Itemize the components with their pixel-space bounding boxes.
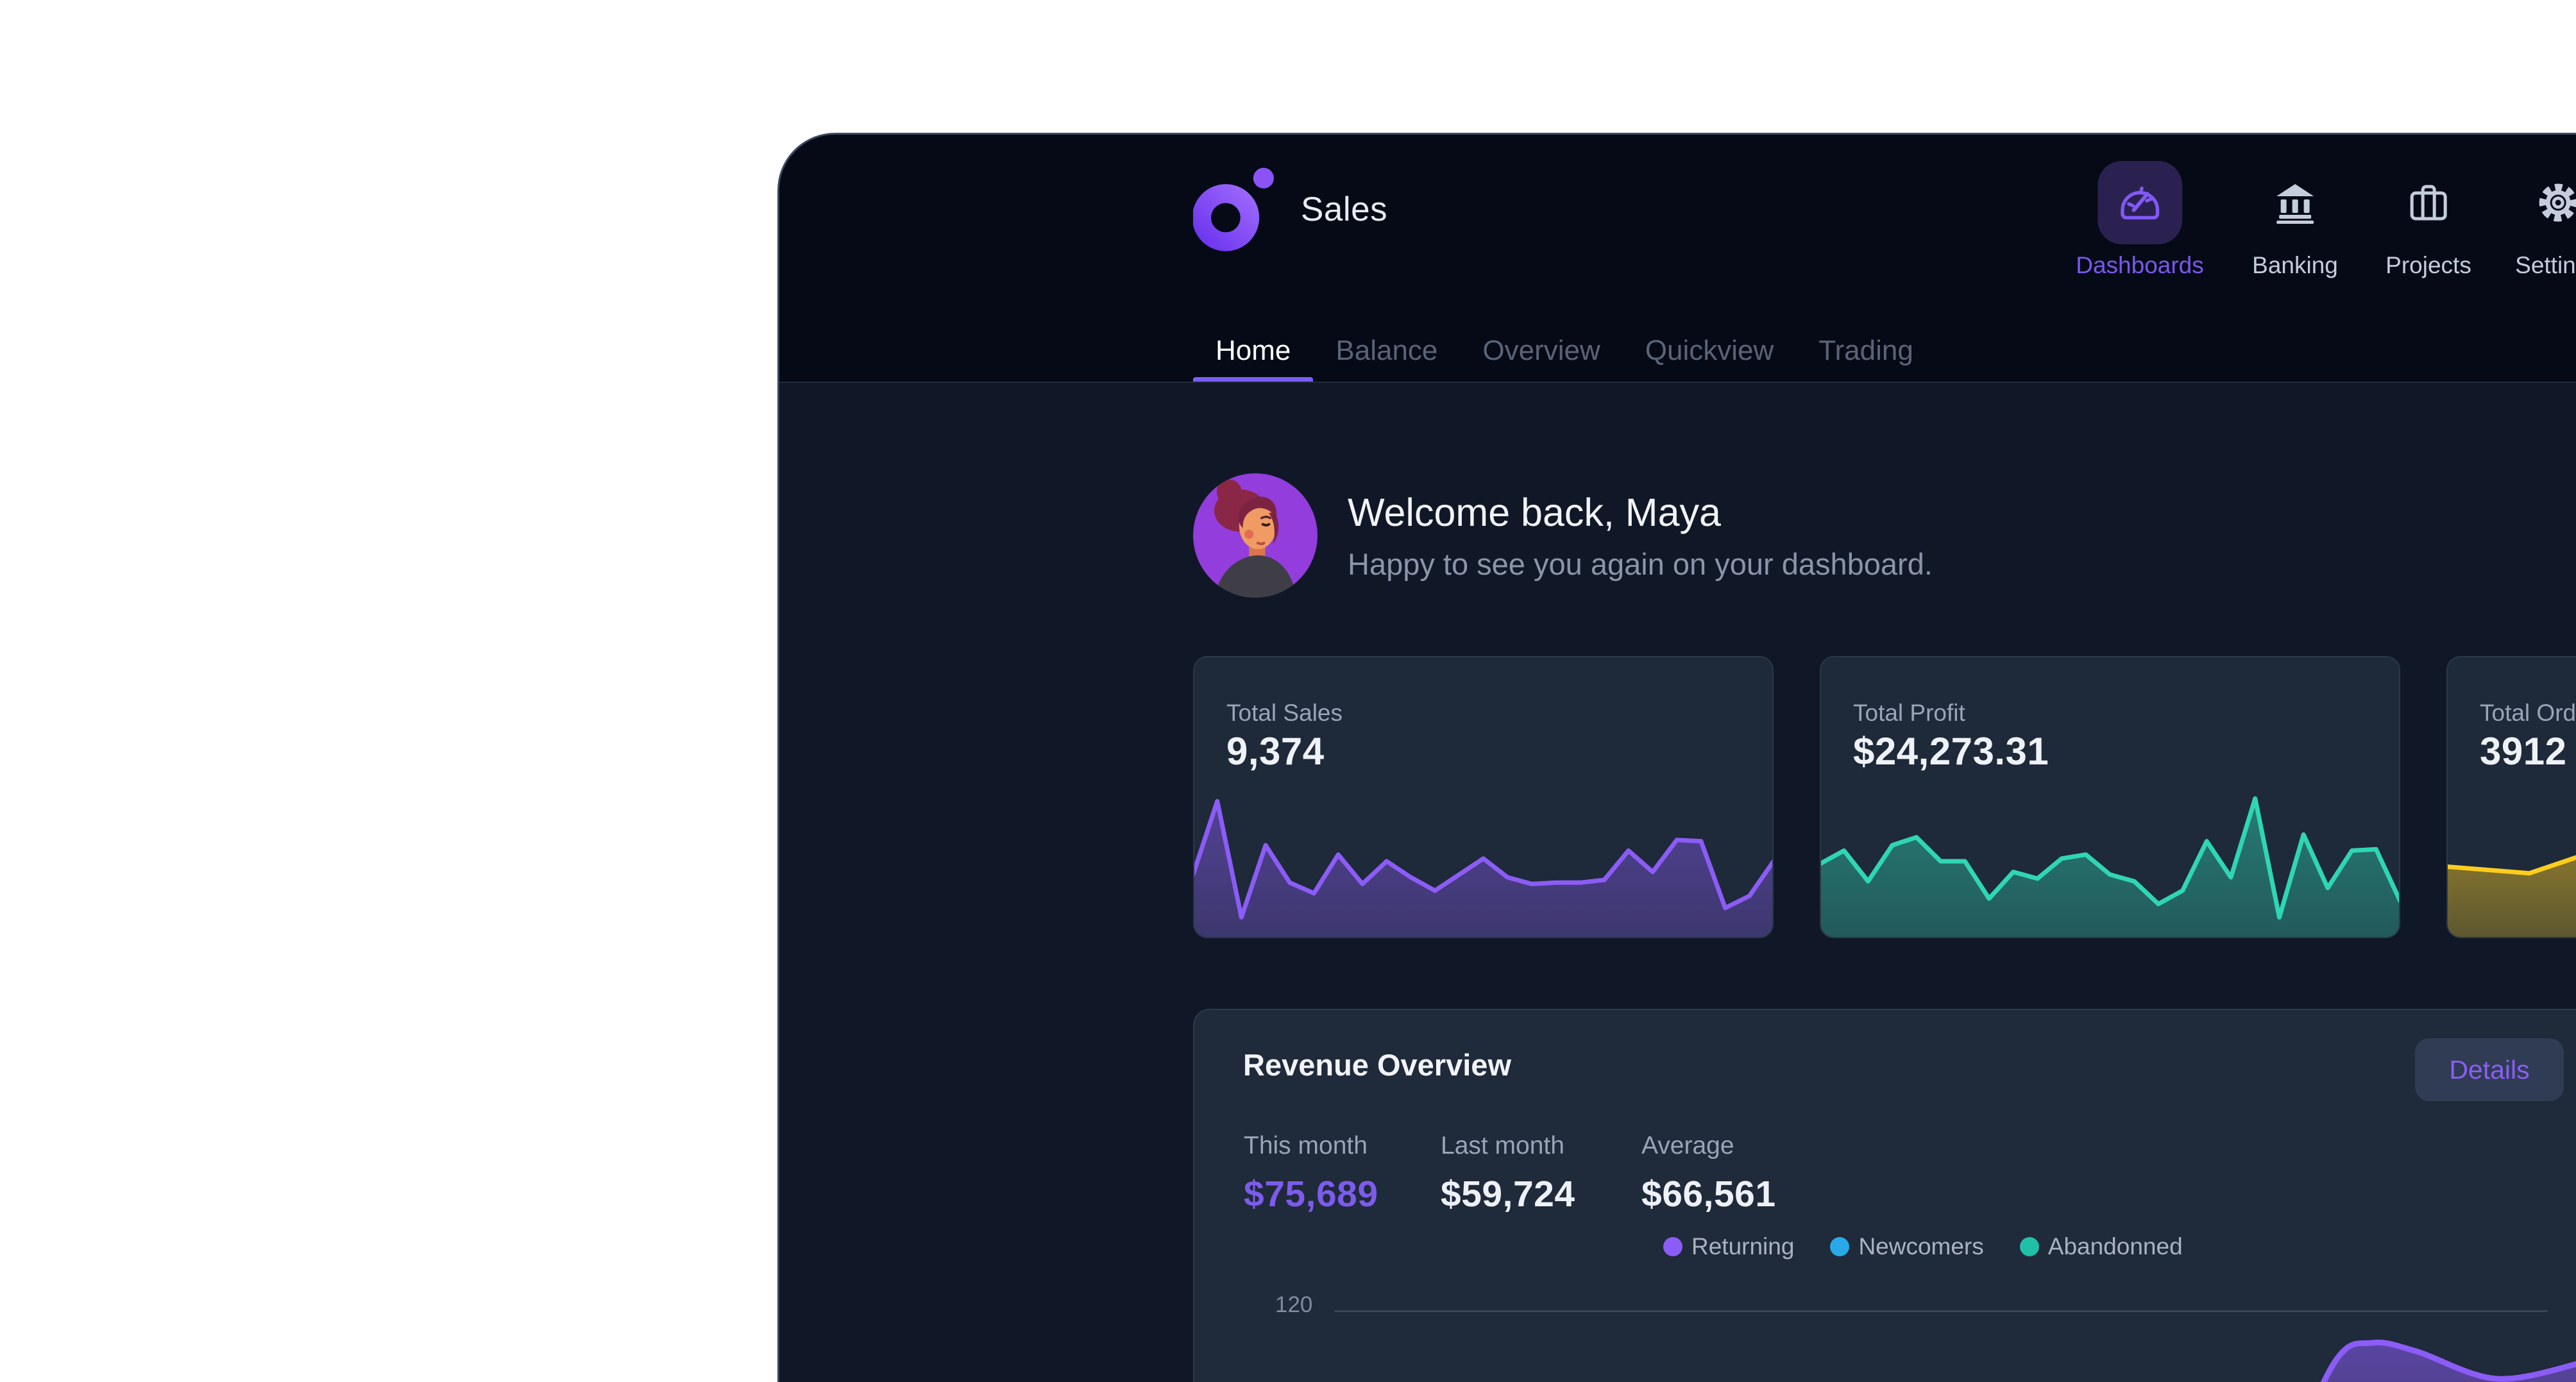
- details-button[interactable]: Details: [2415, 1038, 2564, 1101]
- revenue-chart: [1334, 1273, 2576, 1382]
- stat-label: This month: [1244, 1132, 1368, 1159]
- stat-this-month: This month $75,689: [1244, 1132, 1378, 1215]
- legend-item-returning[interactable]: Returning: [1663, 1233, 1794, 1260]
- stat-last-month: Last month $59,724: [1441, 1132, 1575, 1215]
- nav-icon-area: [2274, 161, 2316, 244]
- tab-label: Balance: [1335, 335, 1438, 366]
- page: Sales Dashboards Banking Projects Settin…: [0, 0, 2576, 1382]
- app-title: Sales: [1301, 190, 1388, 228]
- legend-dot: [1663, 1237, 1682, 1256]
- stat-value: $66,561: [1641, 1174, 1776, 1215]
- welcome-banner: Welcome back, Maya Happy to see you agai…: [1193, 473, 2576, 598]
- legend-dot: [2019, 1237, 2039, 1256]
- gauge-icon: [2121, 186, 2159, 220]
- legend-dot: [1830, 1237, 1850, 1256]
- briefcase-icon: [2410, 185, 2447, 221]
- sparkline-chart: [1821, 784, 2399, 937]
- stat-average: Average $66,561: [1641, 1132, 1776, 1215]
- stat-card-label: Total Sales: [1226, 700, 1343, 726]
- welcome-subtitle: Happy to see you again on your dashboard…: [1348, 546, 1933, 581]
- chart-legend: Returning Newcomers Abandonned: [1663, 1233, 2183, 1260]
- nav-item-dashboards[interactable]: Dashboards: [2076, 161, 2204, 279]
- legend-item-abandonned[interactable]: Abandonned: [2019, 1233, 2183, 1260]
- stat-card-total-orders: Total Orders 3912: [2446, 656, 2576, 938]
- gear-icon: [2539, 183, 2576, 222]
- sparkline-chart: [2448, 784, 2576, 937]
- brand: Sales: [1193, 166, 1387, 252]
- tab-bar: Home Balance Overview Quickview Trading: [1193, 320, 1936, 382]
- legend-item-newcomers[interactable]: Newcomers: [1830, 1233, 1984, 1260]
- tab-label: Trading: [1818, 335, 1913, 366]
- stat-cards-row: Total Sales 9,374 Total Profit $24,273.3…: [1193, 656, 2576, 938]
- nav-item-settings[interactable]: Settings: [2515, 161, 2576, 279]
- bank-icon: [2276, 184, 2314, 224]
- tab-label: Quickview: [1645, 335, 1774, 366]
- header: Sales Dashboards Banking Projects Settin…: [779, 135, 2576, 383]
- tab-balance[interactable]: Balance: [1313, 320, 1460, 382]
- stat-card-total-sales: Total Sales 9,374: [1193, 656, 1774, 938]
- active-tab-underline: [1193, 377, 1314, 382]
- nav-item-projects[interactable]: Projects: [2385, 161, 2471, 279]
- stat-value: $75,689: [1244, 1174, 1378, 1215]
- tab-quickview[interactable]: Quickview: [1623, 320, 1797, 382]
- revenue-overview-card: Revenue Overview Details This month $75,…: [1193, 1009, 2576, 1382]
- welcome-text: Welcome back, Maya Happy to see you agai…: [1348, 490, 1933, 582]
- sparkline-chart: [1194, 784, 1772, 937]
- nav-icon-area: [2407, 161, 2450, 244]
- app-logo-icon: [1193, 167, 1274, 251]
- legend-label: Returning: [1691, 1233, 1795, 1260]
- legend-label: Abandonned: [2047, 1233, 2183, 1260]
- nav-label: Banking: [2252, 252, 2338, 278]
- stat-card-value: 3912: [2480, 730, 2567, 773]
- legend-label: Newcomers: [1858, 1233, 1984, 1260]
- tab-label: Home: [1216, 335, 1291, 366]
- nav-label: Settings: [2515, 252, 2576, 278]
- tab-trading[interactable]: Trading: [1796, 320, 1936, 382]
- nav-label: Projects: [2385, 252, 2471, 278]
- tab-label: Overview: [1482, 335, 1600, 366]
- nav-item-banking[interactable]: Banking: [2252, 161, 2338, 279]
- tab-overview[interactable]: Overview: [1460, 320, 1622, 382]
- stat-card-label: Total Profit: [1853, 700, 1965, 726]
- y-axis-tick: 120: [1275, 1292, 1313, 1317]
- stat-value: $59,724: [1441, 1174, 1575, 1215]
- dashboard-window: Sales Dashboards Banking Projects Settin…: [777, 133, 2576, 1382]
- stat-label: Average: [1641, 1132, 1734, 1159]
- nav-icon-area: [2537, 161, 2576, 244]
- stat-card-value: 9,374: [1226, 730, 1325, 773]
- stat-card-total-profit: Total Profit $24,273.31: [1820, 656, 2400, 938]
- welcome-title: Welcome back, Maya: [1348, 490, 1721, 534]
- avatar: [1193, 473, 1318, 598]
- stat-card-value: $24,273.31: [1853, 730, 2049, 773]
- stat-label: Last month: [1441, 1132, 1564, 1159]
- tab-home[interactable]: Home: [1193, 320, 1314, 382]
- main-content: Welcome back, Maya Happy to see you agai…: [779, 383, 2576, 1382]
- nav-icon-area: [2097, 161, 2182, 244]
- active-nav-chip: [2097, 161, 2182, 244]
- stat-card-label: Total Orders: [2480, 700, 2576, 726]
- nav-label: Dashboards: [2076, 252, 2204, 278]
- revenue-overview-title: Revenue Overview: [1243, 1048, 1511, 1082]
